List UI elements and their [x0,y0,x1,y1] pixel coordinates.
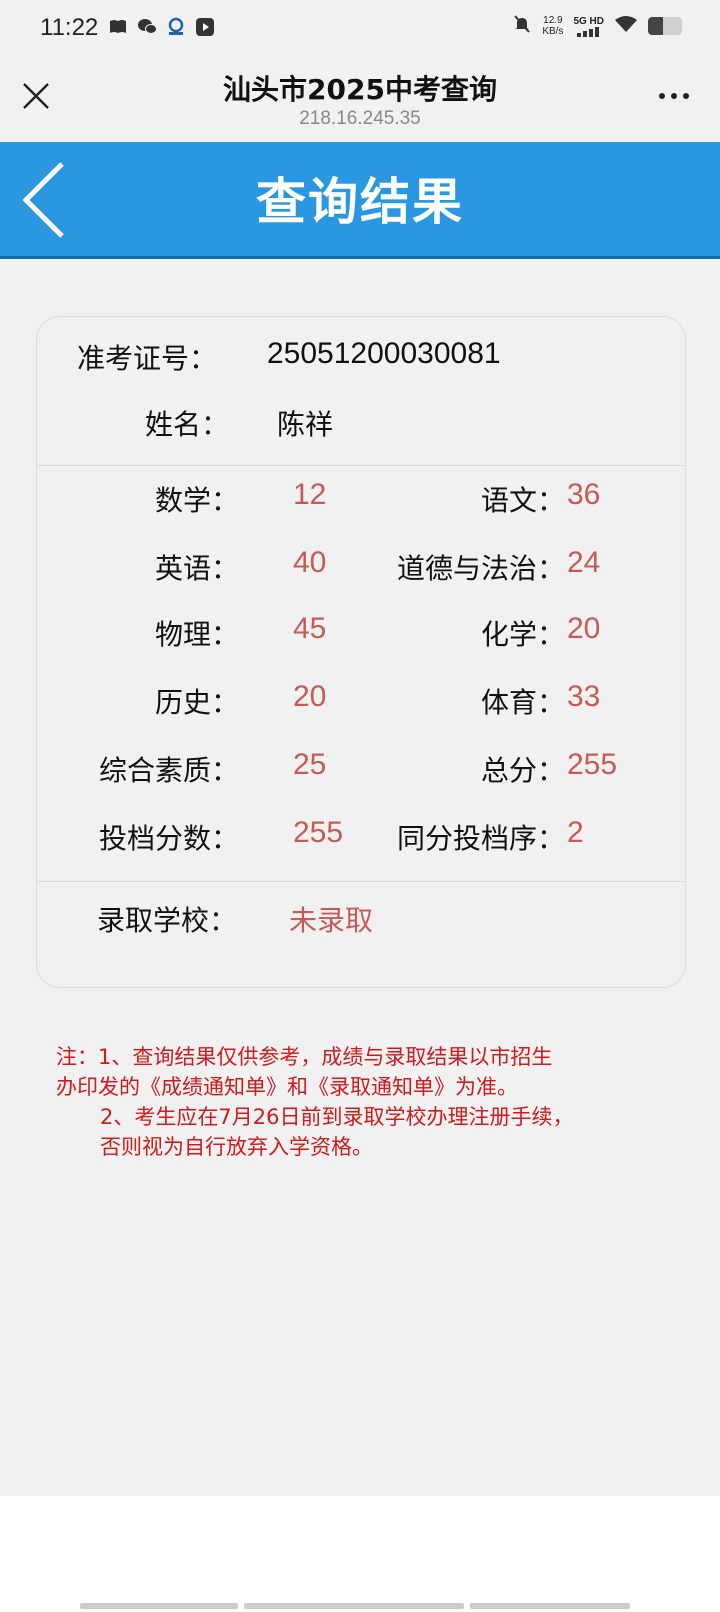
subject-label: 历史： [154,686,239,719]
exam-id-value: 25051200030081 [267,337,501,370]
divider [37,465,685,466]
page-title: 汕头市2025中考查询 [223,73,497,106]
subject-score: 36 [567,478,601,511]
network-type: 5G HD [573,15,604,27]
toolbar-segment [244,1603,464,1609]
battery-fill [648,17,664,35]
subject-score: 40 [293,546,327,579]
more-dot-icon [683,93,689,99]
signal-block: 5G HD [573,16,604,37]
subject-label: 同分投档序： [396,822,565,855]
subject-score: 255 [293,816,344,849]
result-card: 准考证号： 25051200030081 姓名： 陈祥 录取学校： 未录取 数学… [36,316,686,988]
subject-label: 语文： [480,484,565,517]
admission-school-label: 录取学校： [97,904,238,937]
notice-line: 否则视为自行放弃入学资格。 [100,1135,373,1159]
more-dot-icon [659,93,665,99]
subject-score: 12 [293,478,327,511]
subject-label: 物理： [154,618,239,651]
subject-label: 体育： [480,686,565,719]
more-dot-icon [671,93,677,99]
subject-score: 45 [293,612,327,645]
subject-score: 20 [567,612,601,645]
notification-icons [108,17,215,37]
wechat-icon [137,17,157,37]
subject-score: 2 [567,816,584,849]
more-options-button[interactable] [654,86,694,106]
results-header: 查询结果 [0,142,720,259]
notice-line: 2、考生应在7月26日前到录取学校办理注册手续， [100,1105,574,1129]
bottom-toolbar [80,1603,630,1609]
subject-score: 255 [567,748,618,781]
speed-value: 12.9 [543,15,563,26]
divider [37,881,685,882]
subject-label: 投档分数： [98,822,239,855]
subject-score: 33 [567,680,601,713]
video-app-icon [195,17,215,37]
admission-school-value: 未录取 [289,904,374,937]
toolbar-segment [80,1603,238,1609]
speed-unit: KB/s [542,26,564,37]
subject-label: 数学： [154,484,239,517]
header-title: 查询结果 [256,173,464,231]
subject-label: 综合素质： [98,754,239,787]
subject-label: 道德与法治： [396,552,565,585]
subject-label: 总分： [480,754,565,787]
student-name-label: 姓名： [145,408,230,441]
battery-icon [648,17,682,35]
subject-label: 英语： [154,552,239,585]
mute-icon [512,14,532,38]
toolbar-segment [470,1603,630,1609]
bottom-area [0,1496,720,1612]
signal-icon [576,26,599,37]
subject-score: 25 [293,748,327,781]
notice-text: 注：1、查询结果仅供参考，成绩与录取结果以市招生 办印发的《成绩通知单》和《录取… [56,1042,676,1162]
page-url: 218.16.245.35 [299,108,421,129]
subject-score: 24 [567,546,601,579]
system-status: 12.9 KB/s 5G HD [512,14,682,38]
status-bar: 11:22 12.9 KB/s 5G HD [0,0,720,56]
subject-label: 化学： [480,618,565,651]
wifi-icon [614,15,638,37]
status-time: 11:22 [40,14,99,41]
exam-id-label: 准考证号： [77,342,218,375]
browser-titlebar: 汕头市2025中考查询 218.16.245.35 [0,56,720,140]
app-logo-icon [166,17,186,37]
notice-line: 注：1、查询结果仅供参考，成绩与录取结果以市招生 [56,1045,553,1069]
student-name-value: 陈祥 [277,408,334,441]
notice-line: 办印发的《成绩通知单》和《录取通知单》为准。 [56,1075,518,1099]
subject-score: 20 [293,680,327,713]
book-icon [108,17,128,37]
network-speed: 12.9 KB/s [542,15,563,37]
